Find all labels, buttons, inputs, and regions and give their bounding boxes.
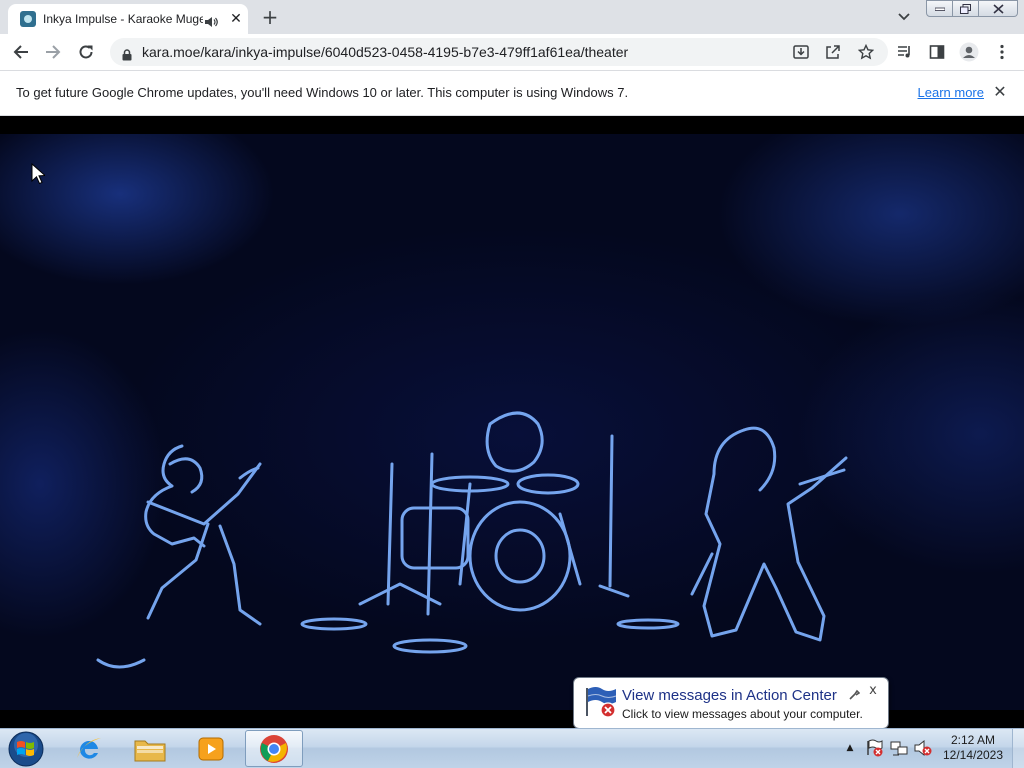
update-infobar: To get future Google Chrome updates, you… xyxy=(0,71,1024,116)
minimize-icon xyxy=(934,7,945,11)
show-hidden-icons-button[interactable]: ▲ xyxy=(844,742,856,754)
infobar-message: To get future Google Chrome updates, you… xyxy=(16,85,629,100)
forward-button[interactable] xyxy=(40,39,66,65)
tab-close-button[interactable]: ✕ xyxy=(228,11,244,27)
side-panel-icon xyxy=(929,45,945,59)
internet-explorer-icon xyxy=(77,737,101,759)
share-icon xyxy=(826,45,840,59)
chevron-down-icon xyxy=(898,13,910,21)
notification-close-button[interactable]: x xyxy=(866,683,880,699)
tab-search-button[interactable] xyxy=(893,8,915,26)
learn-more-link[interactable]: Learn more xyxy=(904,85,984,101)
close-icon xyxy=(992,3,1004,14)
address-bar[interactable]: kara.moe/kara/inkya-impulse/6040d523-045… xyxy=(110,38,888,66)
tab-karaoke[interactable]: Inkya Impulse - Karaoke Mugen ✕ xyxy=(8,4,248,34)
star-icon xyxy=(858,44,874,60)
notification-title[interactable]: View messages in Action Center xyxy=(622,687,852,705)
video-frame[interactable] xyxy=(0,134,1024,710)
minimize-button[interactable] xyxy=(926,0,953,17)
desktop: Inkya Impulse - Karaoke Mugen ✕ + kara.m… xyxy=(0,0,1024,768)
chrome-icon xyxy=(260,734,288,763)
clock-time: 2:12 AM xyxy=(950,733,996,747)
restore-button[interactable] xyxy=(953,0,979,17)
folder-icon xyxy=(134,740,166,761)
taskbar-google-chrome[interactable] xyxy=(245,730,303,767)
infobar-close-button[interactable]: ✕ xyxy=(990,82,1010,102)
network-tray-icon[interactable] xyxy=(890,739,908,757)
clock-date: 12/14/2023 xyxy=(942,748,1004,762)
karaoke-favicon-icon xyxy=(20,11,36,27)
taskbar-windows-explorer[interactable] xyxy=(121,730,179,767)
tab-strip: Inkya Impulse - Karaoke Mugen ✕ + xyxy=(0,0,1024,34)
restore-icon xyxy=(960,3,971,14)
show-desktop-button[interactable] xyxy=(1012,729,1024,768)
media-controls-button[interactable] xyxy=(892,39,918,65)
action-center-tray-icon[interactable] xyxy=(866,739,884,757)
arrow-left-icon xyxy=(13,45,28,59)
browser-toolbar: kara.moe/kara/inkya-impulse/6040d523-045… xyxy=(0,34,1024,71)
kebab-menu-icon xyxy=(1000,44,1004,60)
speaker-icon[interactable] xyxy=(204,13,218,27)
bookmark-button[interactable] xyxy=(855,41,877,63)
windows-orb-icon xyxy=(8,731,44,767)
url-text[interactable]: kara.moe/kara/inkya-impulse/6040d523-045… xyxy=(142,44,782,60)
share-button[interactable] xyxy=(822,41,844,63)
new-tab-button[interactable]: + xyxy=(258,5,282,29)
clock[interactable]: 2:12 AM 12/14/2023 xyxy=(936,733,1010,765)
install-app-button[interactable] xyxy=(790,41,812,63)
close-window-button[interactable] xyxy=(979,0,1018,17)
taskbar-internet-explorer[interactable] xyxy=(60,730,118,767)
lock-icon[interactable] xyxy=(122,46,132,61)
tab-title: Inkya Impulse - Karaoke Mugen xyxy=(43,12,203,26)
install-icon xyxy=(793,45,809,59)
action-center-flag-icon xyxy=(584,686,618,718)
media-queue-icon xyxy=(898,46,910,58)
window-controls xyxy=(926,0,1018,18)
taskbar-media-player[interactable] xyxy=(182,730,240,767)
side-panel-button[interactable] xyxy=(924,39,950,65)
taskbar: ▲ 2:12 AM 12/14/2023 xyxy=(0,728,1024,768)
options-icon[interactable] xyxy=(848,686,861,700)
arrow-right-icon xyxy=(46,45,61,59)
mouse-pointer-icon xyxy=(31,163,45,185)
notification-text: Click to view messages about your comput… xyxy=(622,707,863,721)
band-silhouettes-image xyxy=(96,411,848,669)
volume-muted-tray-icon[interactable] xyxy=(914,739,932,757)
action-center-notification[interactable]: View messages in Action Center Click to … xyxy=(573,677,889,738)
back-button[interactable] xyxy=(8,39,34,65)
chrome-menu-button[interactable] xyxy=(989,39,1015,65)
reload-icon xyxy=(79,45,93,59)
profile-button[interactable] xyxy=(956,39,982,65)
avatar-icon xyxy=(959,42,979,62)
media-player-icon xyxy=(198,737,224,760)
video-player[interactable] xyxy=(0,116,1024,728)
start-button[interactable] xyxy=(4,730,48,768)
reload-button[interactable] xyxy=(73,39,99,65)
